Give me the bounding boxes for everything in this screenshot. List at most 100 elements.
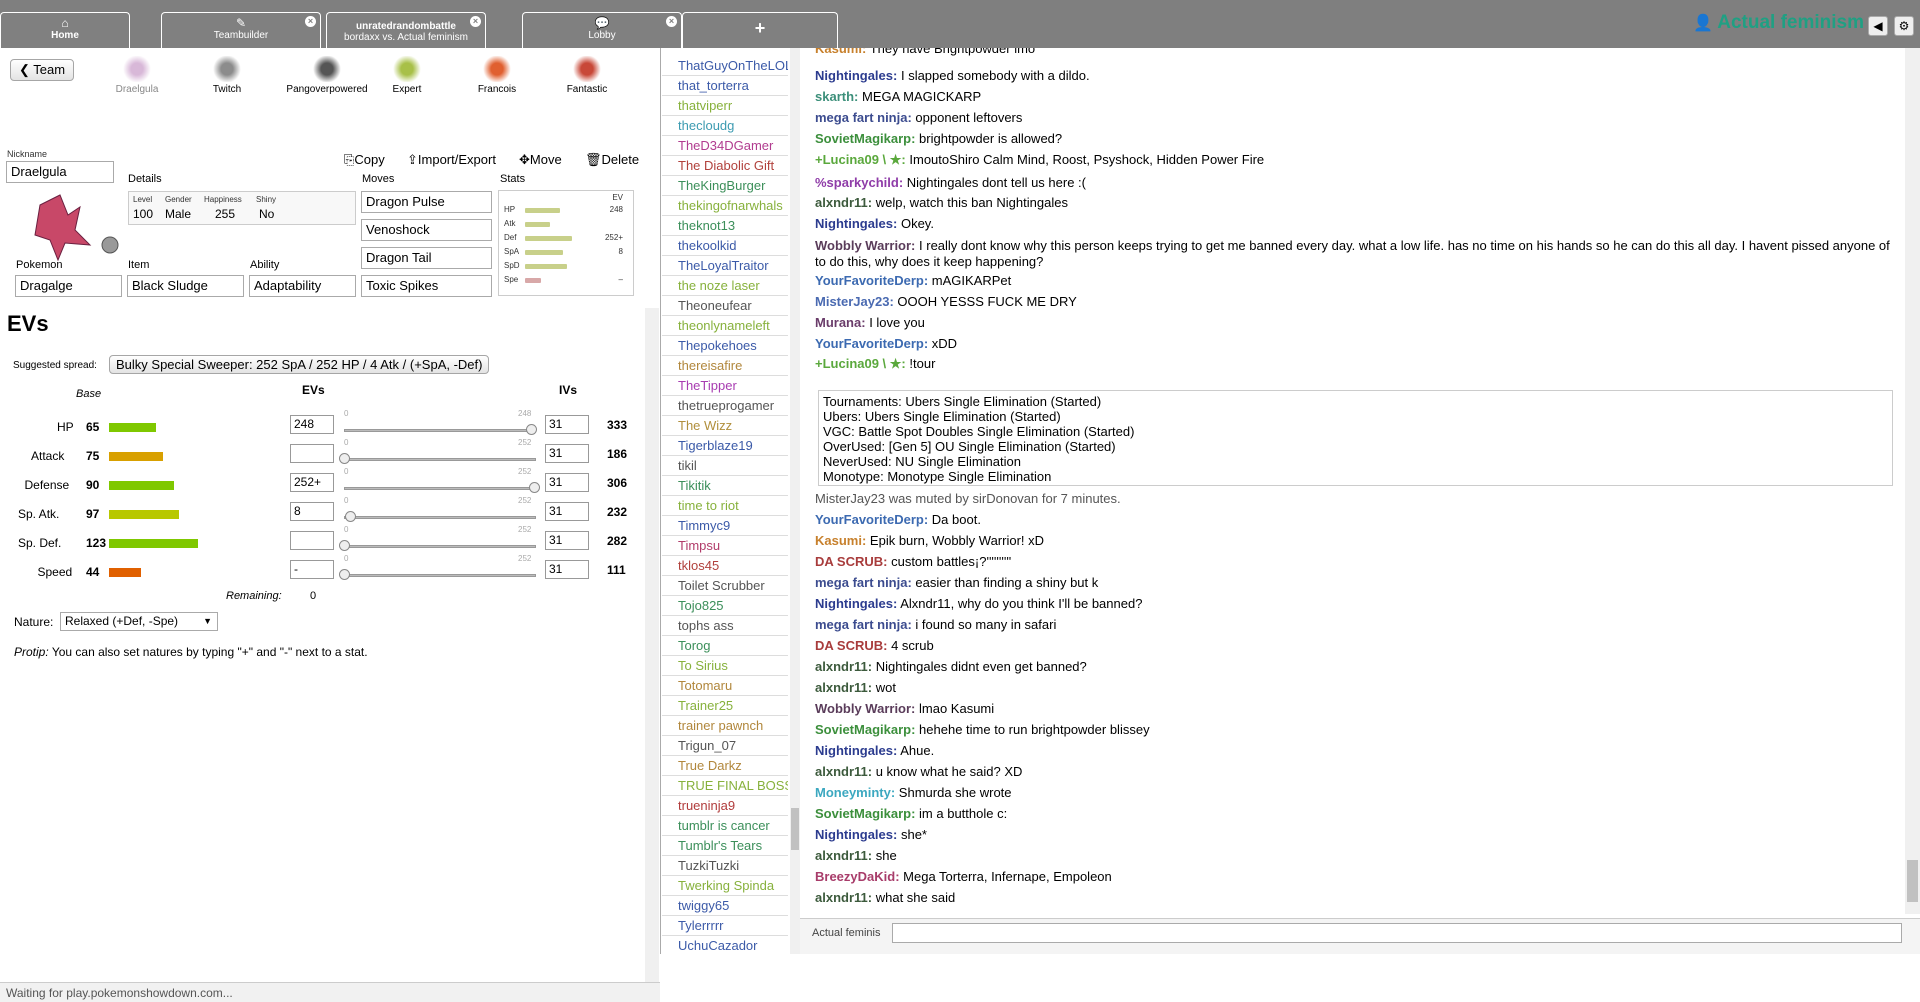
user-list-item[interactable]: Torog (662, 636, 788, 656)
user-list-item[interactable]: tophs ass (662, 616, 788, 636)
user-list-item[interactable]: Theoneufear (662, 296, 788, 316)
ev-input[interactable]: 252+ (290, 473, 334, 492)
import-export-button[interactable]: ⇪Import/Export (407, 152, 496, 168)
user-list-item[interactable]: theonlynameleft (662, 316, 788, 336)
user-list-item[interactable]: TheLoyalTraitor (662, 256, 788, 276)
team-slot-5[interactable]: Francois (457, 56, 537, 95)
chat-username-link[interactable]: DA SCRUB: (815, 638, 887, 653)
chat-username-link[interactable]: Nightingales: (815, 596, 897, 611)
chat-username-link[interactable]: mega fart ninja: (815, 575, 912, 590)
user-list-item[interactable]: thetrueprogamer (662, 396, 788, 416)
settings-button[interactable]: ⚙ (1894, 16, 1914, 36)
ev-slider-handle[interactable] (339, 540, 350, 551)
tab-home[interactable]: ⌂ Home (0, 12, 130, 48)
chat-username-link[interactable]: alxndr11: (815, 659, 872, 674)
user-list-item[interactable]: Thepokehoes (662, 336, 788, 356)
chat-username-link[interactable]: Wobbly Warrior: (815, 701, 915, 716)
team-slot-1[interactable]: Draelgula (97, 56, 177, 95)
user-list-item[interactable]: thekoolkid (662, 236, 788, 256)
ev-input[interactable] (290, 531, 334, 550)
user-list-item[interactable]: twiggy65 (662, 896, 788, 916)
sound-button[interactable]: ◀ (1868, 16, 1888, 36)
details-box[interactable]: Level 100 Gender Male Happiness 255 Shin… (128, 191, 356, 225)
chat-username-link[interactable]: Kasumi: (815, 533, 866, 548)
team-slot-3[interactable]: Pangoverpowered (277, 56, 377, 95)
user-list-item[interactable]: Tumblr's Tears (662, 836, 788, 856)
user-list-item[interactable]: To Sirius (662, 656, 788, 676)
suggested-spread-button[interactable]: Bulky Special Sweeper: 252 SpA / 252 HP … (109, 355, 490, 374)
user-list-item[interactable]: Trainer25 (662, 696, 788, 716)
user-list-item[interactable]: theknot13 (662, 216, 788, 236)
chat-message-input[interactable] (892, 923, 1902, 943)
user-list-item[interactable]: TheTipper (662, 376, 788, 396)
user-list-item[interactable]: tikil (662, 456, 788, 476)
chat-username-link[interactable]: Kasumi: (815, 48, 866, 56)
chat-username-link[interactable]: SovietMagikarp: (815, 722, 915, 737)
close-icon[interactable]: × (666, 16, 677, 27)
ability-input[interactable]: Adaptability (249, 275, 356, 297)
user-list-item[interactable]: thecloudg (662, 116, 788, 136)
chat-username-link[interactable]: YourFavoriteDerp: (815, 336, 928, 351)
tab-lobby[interactable]: 💬 Lobby × (522, 12, 682, 48)
pokemon-input[interactable]: Dragalge (15, 275, 122, 297)
chat-username-link[interactable]: +Lucina09 \ ★: (815, 356, 906, 371)
teambuilder-scrollbar[interactable] (645, 308, 659, 998)
user-list-item[interactable]: TuzkiTuzki (662, 856, 788, 876)
ev-slider-track[interactable] (344, 487, 536, 490)
user-list-item[interactable]: ThatGuyOnTheLOL (662, 56, 788, 76)
chat-username-link[interactable]: alxndr11: (815, 890, 872, 905)
user-list-item[interactable]: TRUE FINAL BOSS (662, 776, 788, 796)
user-list-scroll-thumb[interactable] (791, 808, 799, 850)
user-list-item[interactable]: Trigun_07 (662, 736, 788, 756)
user-list-item[interactable]: Tigerblaze19 (662, 436, 788, 456)
user-list-item[interactable]: the noze laser (662, 276, 788, 296)
chat-username-link[interactable]: SovietMagikarp: (815, 131, 915, 146)
tab-teambuilder[interactable]: ✎ Teambuilder × (161, 12, 321, 48)
chat-username-link[interactable]: YourFavoriteDerp: (815, 512, 928, 527)
ev-input[interactable]: 8 (290, 502, 334, 521)
delete-button[interactable]: 🗑Delete (585, 152, 639, 168)
user-list-item[interactable]: time to riot (662, 496, 788, 516)
ev-slider-handle[interactable] (529, 482, 540, 493)
item-input[interactable]: Black Sludge (127, 275, 244, 297)
chat-scrollbar[interactable] (1905, 48, 1920, 914)
move-1-input[interactable]: Dragon Pulse (361, 191, 492, 213)
username-display[interactable]: 👤 Actual feminism (1693, 12, 1864, 34)
move-2-input[interactable]: Venoshock (361, 219, 492, 241)
move-4-input[interactable]: Toxic Spikes (361, 275, 492, 297)
chat-username-link[interactable]: Moneyminty: (815, 785, 895, 800)
user-list-item[interactable]: Tojo825 (662, 596, 788, 616)
team-slot-2[interactable]: Twitch (187, 56, 267, 95)
chat-username-link[interactable]: BreezyDaKid: (815, 869, 900, 884)
user-list-item[interactable]: thereisafire (662, 356, 788, 376)
user-list-item[interactable]: The Diabolic Gift (662, 156, 788, 176)
chat-username-link[interactable]: alxndr11: (815, 680, 872, 695)
iv-input[interactable]: 31 (545, 444, 589, 463)
ev-slider-track[interactable] (344, 516, 536, 519)
user-list-item[interactable]: Totomaru (662, 676, 788, 696)
move-3-input[interactable]: Dragon Tail (361, 247, 492, 269)
back-to-team-button[interactable]: ❮ Team (10, 59, 75, 81)
chat-username-link[interactable]: alxndr11: (815, 764, 872, 779)
chat-username-link[interactable]: YourFavoriteDerp: (815, 273, 928, 288)
close-icon[interactable]: × (305, 16, 316, 27)
ev-slider-handle[interactable] (345, 511, 356, 522)
chat-username-link[interactable]: SovietMagikarp: (815, 806, 915, 821)
ev-input[interactable] (290, 444, 334, 463)
iv-input[interactable]: 31 (545, 531, 589, 550)
user-list-item[interactable]: Toilet Scrubber (662, 576, 788, 596)
user-list-item[interactable]: TheKingBurger (662, 176, 788, 196)
chat-username-link[interactable]: Nightingales: (815, 743, 897, 758)
iv-input[interactable]: 31 (545, 473, 589, 492)
user-list-item[interactable]: trainer pawnch (662, 716, 788, 736)
chat-username-link[interactable]: +Lucina09 \ ★: (815, 152, 906, 167)
chat-username-link[interactable]: Nightingales: (815, 216, 897, 231)
chat-username-link[interactable]: %sparkychild: (815, 175, 903, 190)
user-list-item[interactable]: tklos45 (662, 556, 788, 576)
ev-input[interactable]: - (290, 560, 334, 579)
chat-username-link[interactable]: alxndr11: (815, 848, 872, 863)
team-slot-4[interactable]: Expert (367, 56, 447, 95)
close-icon[interactable]: × (470, 16, 481, 27)
chat-username-link[interactable]: Nightingales: (815, 827, 897, 842)
user-list-item[interactable]: that_torterra (662, 76, 788, 96)
